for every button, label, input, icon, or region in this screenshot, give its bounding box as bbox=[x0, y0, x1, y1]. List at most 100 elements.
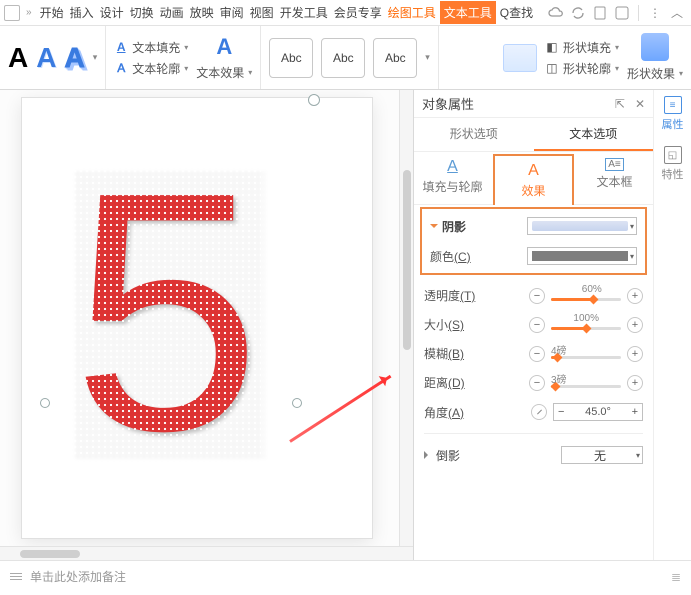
distance-plus[interactable]: + bbox=[627, 375, 643, 391]
bucket-icon: ◧ bbox=[545, 40, 559, 54]
blur-slider[interactable]: 4磅 bbox=[551, 347, 621, 361]
shadow-section-header[interactable]: 阴影 bbox=[430, 218, 466, 235]
properties-body: 阴影 ▾ 颜色(C) ▾ 透明度(T) − 60% bbox=[414, 205, 653, 474]
page-icon[interactable] bbox=[590, 3, 610, 23]
size-minus[interactable]: − bbox=[529, 317, 545, 333]
shape-style-more[interactable]: ▾ bbox=[425, 52, 430, 63]
menu-start[interactable]: 开始 bbox=[38, 2, 66, 23]
rail-properties[interactable]: ≡属性 bbox=[662, 96, 684, 132]
shape-format-group: ◧形状填充▾ ◫形状轮廓▾ 形状效果▾ bbox=[495, 26, 691, 89]
blur-minus[interactable]: − bbox=[529, 346, 545, 362]
vertical-scrollbar[interactable] bbox=[399, 90, 413, 546]
wordart-preset-3[interactable]: A bbox=[64, 42, 84, 74]
sync-icon[interactable] bbox=[568, 3, 588, 23]
shadow-color-combo[interactable]: ▾ bbox=[527, 247, 637, 265]
distance-slider[interactable]: 3磅 bbox=[551, 376, 621, 390]
text-fill-button[interactable]: A文本填充▾ bbox=[114, 39, 188, 56]
menu-bar: » 开始 插入 设计 切换 动画 放映 审阅 视图 开发工具 会员专享 绘图工具… bbox=[0, 0, 691, 26]
menu-insert[interactable]: 插入 bbox=[68, 2, 96, 23]
menu-slideshow[interactable]: 放映 bbox=[188, 2, 216, 23]
notes-menu-icon[interactable]: ≣ bbox=[671, 570, 681, 584]
menu-member[interactable]: 会员专享 bbox=[332, 2, 384, 23]
angle-row: 角度(A) −45.0°+ bbox=[424, 403, 643, 421]
angle-dial[interactable] bbox=[531, 404, 547, 420]
menu-animation[interactable]: 动画 bbox=[158, 2, 186, 23]
slide[interactable]: 5 bbox=[22, 98, 372, 538]
rail-features[interactable]: ◱特性 bbox=[662, 146, 684, 182]
cloud-icon[interactable] bbox=[546, 3, 566, 23]
pen-icon: ◫ bbox=[545, 61, 559, 75]
panel-subtabs: A填充与轮廓 A效果 A≡文本框 bbox=[414, 152, 653, 205]
tab-text-options[interactable]: 文本选项 bbox=[534, 118, 654, 151]
angle-spinner[interactable]: −45.0°+ bbox=[553, 403, 643, 421]
text-format-group: A文本填充▾ A文本轮廓▾ A 文本效果▾ bbox=[106, 26, 261, 89]
panel-tabs: 形状选项 文本选项 bbox=[414, 118, 653, 152]
wordart-more[interactable]: ▾ bbox=[93, 52, 98, 63]
close-icon[interactable]: ✕ bbox=[635, 97, 645, 111]
reflection-combo[interactable]: 无▾ bbox=[561, 446, 643, 464]
angle-label: 角度(A) bbox=[424, 404, 464, 421]
shape-fill-button[interactable]: ◧形状填充▾ bbox=[545, 39, 619, 56]
transparency-plus[interactable]: + bbox=[627, 288, 643, 304]
menu-text-tools[interactable]: 文本工具 bbox=[440, 1, 496, 24]
horizontal-scrollbar[interactable] bbox=[0, 546, 413, 560]
resize-handle-right[interactable] bbox=[292, 398, 302, 408]
subtab-fill-outline[interactable]: A填充与轮廓 bbox=[414, 152, 491, 204]
shadow-preset-combo[interactable]: ▾ bbox=[527, 217, 637, 235]
subtab-effects[interactable]: A效果 bbox=[493, 154, 574, 205]
menu-transition[interactable]: 切换 bbox=[128, 2, 156, 23]
cube-icon: ◱ bbox=[664, 146, 682, 164]
text-effect-button[interactable]: 文本效果▾ bbox=[196, 64, 252, 81]
shape-outline-button[interactable]: ◫形状轮廓▾ bbox=[545, 60, 619, 77]
shape-style-2[interactable]: Abc bbox=[321, 38, 365, 78]
size-plus[interactable]: + bbox=[627, 317, 643, 333]
blur-row: 模糊(B) − 4磅 + bbox=[424, 345, 643, 362]
text-outline-icon: A bbox=[114, 61, 128, 75]
notes-icon bbox=[10, 573, 22, 580]
menu-drawing-tools[interactable]: 绘图工具 bbox=[386, 2, 438, 23]
transparency-slider[interactable]: 60% bbox=[551, 289, 621, 303]
menu-design[interactable]: 设计 bbox=[98, 2, 126, 23]
text-outline-button[interactable]: A文本轮廓▾ bbox=[114, 60, 188, 77]
distance-row: 距离(D) − 3磅 + bbox=[424, 374, 643, 391]
shape-effect-button[interactable]: 形状效果▾ bbox=[627, 65, 683, 82]
reflection-header[interactable]: 倒影 bbox=[424, 447, 460, 464]
share-icon[interactable] bbox=[612, 3, 632, 23]
notes-placeholder: 单击此处添加备注 bbox=[30, 568, 126, 585]
menu-devtools[interactable]: 开发工具 bbox=[278, 2, 330, 23]
distance-label: 距离(D) bbox=[424, 374, 465, 391]
tab-overflow-left[interactable]: » bbox=[22, 7, 36, 18]
rotate-handle[interactable] bbox=[308, 94, 320, 106]
resize-handle-left[interactable] bbox=[40, 398, 50, 408]
tab-shape-options[interactable]: 形状选项 bbox=[414, 118, 534, 151]
collapse-ribbon-icon[interactable]: ︿ bbox=[667, 3, 687, 23]
more-icon[interactable]: ⋮ bbox=[645, 3, 665, 23]
properties-panel: 对象属性 ⇱ ✕ 形状选项 文本选项 A填充与轮廓 A效果 A≡文本框 阴影 bbox=[413, 90, 691, 560]
size-label: 大小(S) bbox=[424, 316, 464, 333]
wordart-object[interactable]: 5 bbox=[72, 168, 261, 457]
menu-review[interactable]: 审阅 bbox=[218, 2, 246, 23]
shape-fill-swatch bbox=[503, 44, 537, 72]
home-icon[interactable] bbox=[4, 5, 20, 21]
menu-view[interactable]: 视图 bbox=[248, 2, 276, 23]
slide-canvas[interactable]: 5 bbox=[0, 90, 413, 560]
wordart-preset-1[interactable]: A bbox=[8, 42, 28, 74]
side-rail: ≡属性 ◱特性 bbox=[653, 90, 691, 560]
wordart-preset-2[interactable]: A bbox=[36, 42, 56, 74]
shape-style-3[interactable]: Abc bbox=[373, 38, 417, 78]
distance-minus[interactable]: − bbox=[529, 375, 545, 391]
shape-style-1[interactable]: Abc bbox=[269, 38, 313, 78]
notes-bar[interactable]: 单击此处添加备注 ≣ bbox=[0, 560, 691, 592]
work-area: 5 对象属性 ⇱ ✕ 形状选项 文本选项 A填充与轮廓 A效果 bbox=[0, 90, 691, 560]
text-effect-icon: A bbox=[216, 34, 232, 60]
size-row: 大小(S) − 100% + bbox=[424, 316, 643, 333]
transparency-minus[interactable]: − bbox=[529, 288, 545, 304]
ribbon: A A A ▾ A文本填充▾ A文本轮廓▾ A 文本效果▾ Abc Abc Ab… bbox=[0, 26, 691, 90]
text-fill-icon: A bbox=[114, 40, 128, 54]
wordart-styles: A A A ▾ bbox=[0, 26, 106, 89]
subtab-textbox[interactable]: A≡文本框 bbox=[576, 152, 653, 204]
size-slider[interactable]: 100% bbox=[551, 318, 621, 332]
blur-plus[interactable]: + bbox=[627, 346, 643, 362]
pin-icon[interactable]: ⇱ bbox=[615, 97, 625, 111]
search-button[interactable]: Q查找 bbox=[498, 2, 535, 23]
